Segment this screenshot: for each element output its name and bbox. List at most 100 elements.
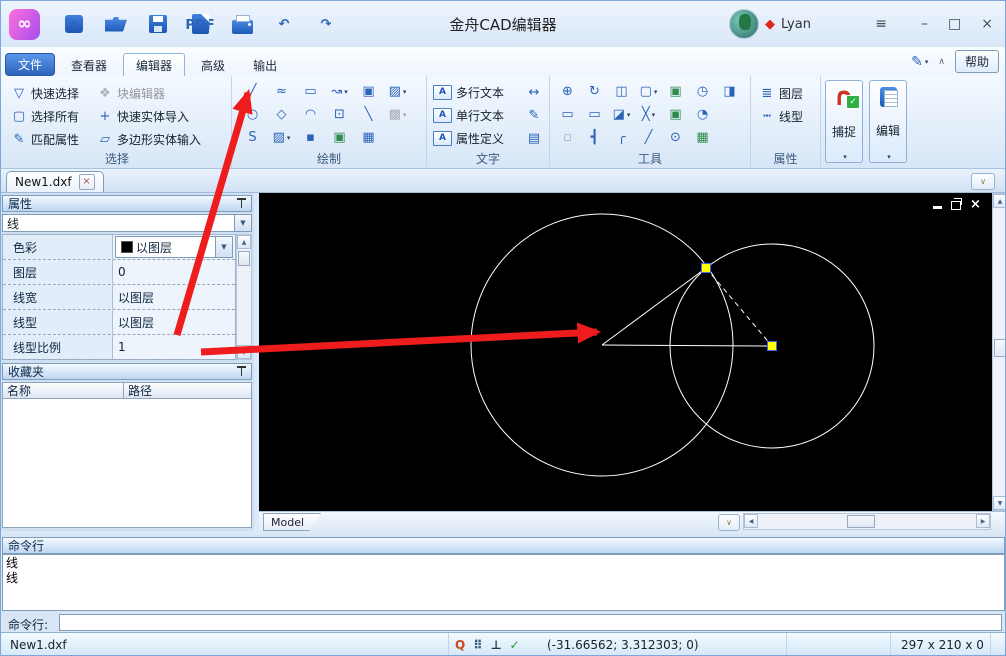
scroll-down-icon[interactable]: ▼: [237, 345, 251, 359]
boundary-hatch-icon[interactable]: ▨ ▾: [383, 85, 412, 98]
grip-point-2[interactable]: [767, 341, 777, 351]
tab-editor[interactable]: 编辑器: [123, 53, 186, 77]
point-tool-icon[interactable]: ▪: [296, 131, 325, 144]
rotate-tool-icon[interactable]: ↻: [581, 85, 608, 98]
property-row-1[interactable]: 图层 0: [3, 260, 235, 285]
scale-tool-icon[interactable]: ▢ ▾: [635, 85, 662, 98]
sketch-tool-icon[interactable]: ≈: [267, 85, 296, 98]
doctab-collapse-icon[interactable]: ∨: [971, 173, 995, 190]
user-area[interactable]: ◆ Lyan: [729, 1, 811, 47]
entity-type-select[interactable]: 线 ▼: [2, 214, 252, 232]
canvas-vscrollbar[interactable]: ▲ ▼: [992, 193, 1005, 511]
close-button[interactable]: ×: [981, 16, 993, 32]
property-row-2[interactable]: 线宽 以图层: [3, 285, 235, 310]
command-input[interactable]: [59, 614, 1002, 631]
offset-tool-icon[interactable]: ┫: [581, 131, 608, 144]
user-name[interactable]: Lyan: [781, 17, 811, 32]
scale-tool-icon-dropdown[interactable]: ▾: [654, 88, 658, 96]
open-file-icon[interactable]: [103, 11, 129, 37]
maximize-button[interactable]: □: [948, 16, 961, 32]
annotate-pencil-icon[interactable]: ✎ ▾: [911, 54, 928, 70]
polyline-tool-icon-dropdown[interactable]: ▾: [344, 88, 348, 96]
image-tool-icon[interactable]: ▣: [325, 131, 354, 144]
tab-viewer[interactable]: 查看器: [59, 54, 119, 76]
match-properties-button[interactable]: ✎ 匹配属性: [11, 131, 97, 148]
document-tab[interactable]: New1.dxf ×: [6, 171, 104, 192]
trim-tool-icon[interactable]: ╳ ▾: [635, 108, 662, 121]
line-tool-icon[interactable]: ╱: [238, 85, 267, 98]
property-value[interactable]: 以图层 ▼: [115, 236, 233, 258]
favorites-col-path[interactable]: 路径: [124, 382, 252, 399]
scroll-up-icon[interactable]: ▲: [237, 235, 251, 249]
annotate-dropdown-icon[interactable]: ▾: [925, 58, 929, 66]
export-pdf-icon[interactable]: PDF: [185, 11, 215, 37]
redo-icon[interactable]: ↷: [313, 11, 339, 37]
select-all-button[interactable]: ▢ 选择所有: [11, 108, 97, 125]
hscroll-left-icon[interactable]: ◀: [744, 514, 758, 528]
mirror-tool-icon[interactable]: ◫: [608, 85, 635, 98]
attribute-define-button[interactable]: A 属性定义: [433, 130, 504, 147]
quick-select-button[interactable]: ▽ 快速选择: [11, 85, 97, 102]
pin-icon[interactable]: [237, 366, 246, 377]
region-tool-icon-dropdown[interactable]: ▾: [403, 111, 407, 119]
grip-point-1[interactable]: [701, 263, 711, 273]
property-row-0[interactable]: 色彩 以图层 ▼: [3, 235, 235, 260]
hatch-tool-icon-dropdown[interactable]: ▾: [287, 134, 291, 142]
vscroll-down-icon[interactable]: ▼: [993, 496, 1005, 510]
hscroll-right-icon[interactable]: ▶: [976, 514, 990, 528]
app-menu-icon[interactable]: ≡: [875, 16, 887, 32]
hscroll-thumb[interactable]: [847, 515, 875, 528]
snap-status-icon[interactable]: Q: [455, 639, 465, 651]
canvas-close-icon[interactable]: ×: [970, 198, 981, 211]
property-row-3[interactable]: 线型 以图层: [3, 310, 235, 335]
snap-dropdown-icon[interactable]: ▾: [843, 153, 847, 161]
tab-output[interactable]: 输出: [241, 54, 289, 76]
edit-text-icon[interactable]: ▤: [528, 132, 540, 145]
perpendicular-status-icon[interactable]: ⊥: [491, 639, 502, 651]
chamfer-tool-icon[interactable]: ╱: [635, 131, 662, 144]
text-spacing-icon[interactable]: ↔: [529, 86, 540, 99]
fillet-tool-icon[interactable]: ╭: [608, 131, 635, 144]
multiline-text-button[interactable]: A 多行文本: [433, 84, 504, 101]
property-value-dropdown[interactable]: ▼: [215, 237, 232, 257]
new-file-icon[interactable]: +: [61, 11, 87, 37]
explode-tool-icon[interactable]: ▦: [689, 131, 716, 144]
edit-dropdown-icon[interactable]: ▾: [887, 153, 891, 161]
move-tool-icon[interactable]: ⊕: [554, 85, 581, 98]
canvas-restore-icon[interactable]: [951, 198, 962, 210]
drawing-line-1[interactable]: [601, 267, 707, 346]
circle-tool-icon[interactable]: ○: [238, 108, 267, 121]
command-history[interactable]: 线线: [2, 554, 1005, 611]
singleline-text-button[interactable]: A 单行文本: [433, 107, 504, 124]
trim-tool-icon-dropdown[interactable]: ▾: [652, 111, 656, 119]
save-file-icon[interactable]: [145, 11, 171, 37]
quick-entity-import-button[interactable]: + 快速实体导入: [97, 108, 229, 125]
boundary-hatch-icon-dropdown[interactable]: ▾: [403, 88, 407, 96]
table-tool-icon[interactable]: ▦: [354, 131, 383, 144]
align-tool-icon[interactable]: ◨: [716, 85, 743, 98]
hatch-tool-icon[interactable]: ▨ ▾: [267, 131, 296, 144]
osnap-status-icon[interactable]: ✓: [510, 639, 520, 651]
tab-file[interactable]: 文件: [5, 53, 56, 76]
arc-tool-icon[interactable]: ◠: [296, 108, 325, 121]
layers-button[interactable]: ≣ 图层: [759, 85, 818, 102]
thick-line-icon[interactable]: ╲: [354, 108, 383, 121]
drawing-canvas[interactable]: [259, 193, 992, 511]
insert-block-icon[interactable]: ▣: [354, 85, 383, 98]
new-rect2-icon[interactable]: ▭: [581, 108, 608, 121]
collapse-ribbon-icon[interactable]: ∧: [938, 57, 945, 67]
document-tab-close-icon[interactable]: ×: [78, 174, 95, 190]
spline-tool-icon[interactable]: S: [238, 131, 267, 144]
canvas-minimize-icon[interactable]: [933, 205, 942, 209]
linetype-button[interactable]: ┅ 线型: [759, 108, 818, 125]
erase-tool-icon[interactable]: ◪ ▾: [608, 108, 635, 121]
rectangle-tool-icon[interactable]: ▭: [296, 85, 325, 98]
erase-tool-icon-dropdown[interactable]: ▾: [627, 111, 631, 119]
copy-entities2-icon[interactable]: ▣: [662, 108, 689, 121]
polyline-tool-icon[interactable]: ↝ ▾: [325, 85, 354, 98]
layout-collapse-icon[interactable]: ∨: [718, 514, 740, 531]
new-rect-icon[interactable]: ▭: [554, 108, 581, 121]
print-icon[interactable]: [229, 11, 255, 37]
polygon-entity-input-button[interactable]: ▱ 多边形实体输入: [97, 131, 229, 148]
minimize-button[interactable]: –: [921, 16, 928, 32]
